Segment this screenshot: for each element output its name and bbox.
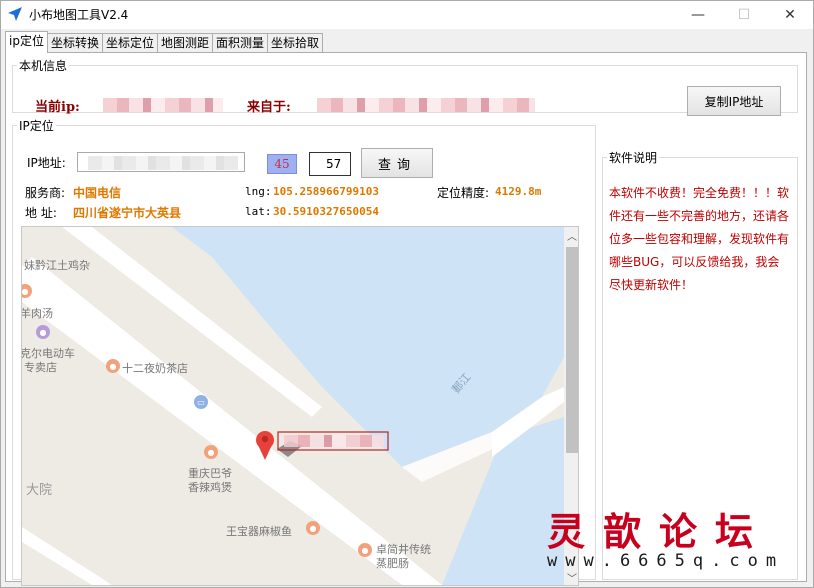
- map-label-poi: 羊肉汤: [21, 307, 53, 320]
- map-view[interactable]: 妹黔江土鸡杂 ● 羊肉汤 ● 克尔电动车 专卖店 ● 十二夜奶茶店 ▭ ● 重庆…: [21, 226, 579, 586]
- scroll-thumb[interactable]: [566, 247, 578, 453]
- lng-label: lng:: [245, 185, 272, 198]
- ip-address-label: IP地址:: [27, 156, 66, 170]
- local-info-legend: 本机信息: [19, 59, 68, 73]
- app-window: 小布地图工具V2.4 — ☐ ✕ ip定位 坐标转换 坐标定位 地图测距 面积测…: [0, 0, 814, 588]
- lat-value: 30.5910327650054: [273, 205, 379, 218]
- lat-label: lat:: [245, 205, 272, 218]
- ip-locate-legend: IP定位: [19, 119, 54, 133]
- ip-address-input[interactable]: [77, 152, 245, 172]
- lng-value: 105.258966799103: [273, 185, 379, 198]
- bus-stop-icon: ▭: [194, 395, 208, 409]
- map-label-poi: 蒸肥肠: [376, 557, 409, 570]
- window-title: 小布地图工具V2.4: [29, 8, 129, 22]
- captcha-code-input[interactable]: 57: [309, 152, 351, 176]
- minimize-button[interactable]: —: [675, 1, 721, 29]
- redacted-ip-input-value: [88, 156, 238, 170]
- scroll-down-icon[interactable]: ﹀: [564, 569, 578, 585]
- isp-value: 中国电信: [73, 186, 122, 200]
- map-label-poi: 妹黔江土鸡杂: [24, 259, 90, 272]
- local-info-group: 本机信息 当前ip: 来自于: 复制IP地址: [12, 57, 798, 116]
- fish-restaurant-poi-icon: ●: [306, 521, 320, 535]
- map-label-poi: 王宝器麻椒鱼: [226, 525, 292, 538]
- ip-locate-group: IP定位 IP地址: 45 57 查询 服务商: 中国电信 lng: 105.2…: [12, 117, 596, 586]
- redacted-location-value: [317, 98, 535, 112]
- about-text: 本软件不收费！完全免费！！！软件还有一些不完善的地方，还请各位多一些包容和理解，…: [609, 186, 790, 292]
- copy-ip-button[interactable]: 复制IP地址: [687, 86, 781, 116]
- map-label-poi: 十二夜奶茶店: [122, 362, 188, 375]
- maximize-button[interactable]: ☐: [721, 1, 767, 29]
- snack-poi-icon: ●: [358, 543, 372, 557]
- tab-coord-locate[interactable]: 坐标定位: [101, 33, 158, 53]
- query-button[interactable]: 查询: [361, 148, 433, 178]
- tab-coord-pick[interactable]: 坐标拾取: [267, 33, 324, 53]
- close-button[interactable]: ✕: [767, 1, 813, 29]
- watermark-url: www.6665q.com: [547, 551, 785, 571]
- address-value: 四川省遂宁市大英县: [73, 206, 182, 220]
- from-location-label: 来自于:: [247, 100, 291, 115]
- app-logo-icon: [8, 7, 22, 21]
- current-ip-label: 当前ip:: [35, 100, 80, 115]
- map-canvas: [22, 227, 564, 585]
- captcha-image: 45: [267, 154, 297, 174]
- teashop-poi-icon: ●: [106, 359, 120, 373]
- restaurant-poi-icon: ●: [204, 445, 218, 459]
- map-label-area: 大院: [26, 483, 53, 498]
- map-label-poi: 专卖店: [24, 361, 57, 374]
- about-legend: 软件说明: [609, 151, 658, 165]
- watermark-title: 灵歆论坛: [547, 509, 772, 554]
- map-label-poi: 香辣鸡煲: [188, 481, 232, 494]
- address-label: 地 址:: [25, 206, 57, 220]
- tab-area-measure[interactable]: 面积测量: [212, 33, 269, 53]
- precision-value: 4129.8m: [495, 185, 542, 198]
- isp-label: 服务商:: [25, 186, 66, 200]
- redacted-ip-value: [103, 98, 223, 112]
- tab-ip-locate[interactable]: ip定位: [5, 31, 48, 53]
- precision-label: 定位精度:: [437, 186, 490, 200]
- title-bar[interactable]: 小布地图工具V2.4 — ☐ ✕: [1, 1, 813, 29]
- redacted-marker-label: [284, 435, 384, 447]
- tab-bar: ip定位 坐标转换 坐标定位 地图测距 面积测量 坐标拾取: [5, 31, 324, 53]
- tab-coord-convert[interactable]: 坐标转换: [46, 33, 103, 53]
- tab-map-distance[interactable]: 地图测距: [156, 33, 213, 53]
- scroll-up-icon[interactable]: ︿: [564, 227, 578, 243]
- shop-poi-icon: ●: [36, 325, 50, 339]
